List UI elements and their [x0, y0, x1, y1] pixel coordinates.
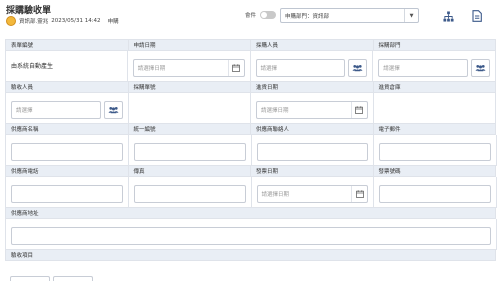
buyer-picker-button[interactable] [348, 59, 368, 77]
invoice-date-cell: 請選擇日期 [251, 177, 375, 208]
inspector-placeholder: 請選擇 [16, 108, 33, 114]
label-supplier-phone: 供應商電話 [6, 166, 129, 177]
inspection-form: 表單編號 申請日期 採購人員 採購部門 由系統自動產生 請選擇日期 請選擇 請選… [5, 39, 497, 261]
buyer-dept-picker-button[interactable] [471, 59, 490, 77]
supplier-contact-input[interactable] [256, 143, 369, 161]
supplier-address-input[interactable] [11, 227, 491, 245]
label-buyer-dept: 採購部門 [373, 40, 496, 51]
people-icon [352, 64, 363, 72]
invoice-date-placeholder: 請選擇日期 [261, 192, 290, 198]
supplier-name-cell [6, 135, 129, 166]
supplier-phone-input[interactable] [11, 185, 123, 203]
label-apply-date: 申請日期 [128, 40, 251, 51]
label-receive-date: 進貨日期 [251, 82, 374, 93]
label-form-no: 表單編號 [6, 40, 129, 51]
chevron-down-icon: ▼ [404, 9, 418, 22]
label-invoice-no: 發票號碼 [373, 166, 496, 177]
avatar [6, 16, 16, 26]
label-supplier-address: 供應商地址 [6, 208, 496, 219]
buyer-cell: 請選擇 [250, 51, 374, 82]
receive-date-cell: 請選擇日期 [251, 93, 374, 124]
form-row-4-labels: 供應商電話 傳真 發票日期 發票號碼 [6, 166, 496, 177]
email-cell [374, 135, 497, 166]
form-row-2-values: 請選擇 請選擇日期 [6, 93, 496, 124]
label-tax-id: 統一編號 [128, 124, 251, 135]
form-no-cell: 由系統自動產生 [6, 51, 128, 82]
buyer-dept-cell: 請選擇 [373, 51, 496, 82]
inspector-picker-button[interactable] [103, 101, 123, 119]
label-inspector: 驗收人員 [6, 82, 129, 93]
page-title: 採購驗收單 [6, 6, 52, 16]
people-icon [108, 106, 119, 114]
email-input[interactable] [379, 143, 491, 161]
buyer-placeholder: 請選擇 [260, 66, 278, 72]
inspector-cell: 請選擇 [6, 93, 129, 124]
label-inspection-items: 驗收項目 [6, 250, 496, 261]
tax-id-input[interactable] [133, 143, 246, 161]
invoice-no-input[interactable] [379, 185, 491, 203]
request-department-value: 申購部門：資訊部 [285, 13, 330, 20]
countersign-toggle-label: 會件 [245, 13, 257, 19]
author-name: 資訊部.靈兆 [19, 19, 49, 25]
invoice-no-cell [374, 177, 497, 208]
label-invoice-date: 發票日期 [251, 166, 374, 177]
apply-date-input[interactable]: 請選擇日期 [132, 59, 245, 77]
buyer-input[interactable]: 請選擇 [255, 59, 346, 77]
form-row-2-labels: 驗收人員 採購單號 進貨日期 進貨倉庫 [6, 82, 496, 93]
inspection-items-tool-button[interactable] [53, 276, 93, 281]
form-row-3-labels: 供應商名稱 統一編號 供應商聯絡人 電子郵件 [6, 124, 496, 135]
po-no-cell [128, 93, 251, 124]
form-row-1-labels: 表單編號 申請日期 採購人員 採購部門 [6, 40, 496, 51]
document-icon[interactable] [469, 8, 485, 24]
form-row-5-labels: 供應商地址 [6, 208, 496, 219]
label-po-no: 採購單號 [128, 82, 251, 93]
people-icon [475, 64, 486, 72]
countersign-toggle[interactable] [260, 11, 277, 19]
buyer-dept-input[interactable]: 請選擇 [378, 59, 469, 77]
fax-cell [128, 177, 252, 208]
supplier-address-cell [6, 219, 497, 250]
inspection-items-add-button[interactable] [10, 276, 50, 281]
inspection-items-toolbar [10, 276, 93, 281]
document-meta: 資訊部.靈兆 2023/05/31 14:42 申購 [6, 16, 119, 26]
supplier-phone-cell [6, 177, 129, 208]
calendar-icon[interactable] [227, 60, 244, 76]
countersign-toggle-group: 會件 [245, 11, 277, 19]
label-supplier-contact: 供應商聯絡人 [251, 124, 374, 135]
calendar-icon[interactable] [350, 102, 367, 118]
warehouse-cell [373, 93, 496, 124]
label-warehouse: 進貨倉庫 [373, 82, 496, 93]
invoice-date-input[interactable]: 請選擇日期 [256, 185, 369, 203]
fax-input[interactable] [133, 185, 246, 203]
status-badge: 申購 [107, 19, 119, 25]
label-email: 電子郵件 [373, 124, 496, 135]
form-row-3-values [6, 135, 497, 166]
created-datetime: 2023/05/31 14:42 [51, 18, 101, 24]
label-buyer: 採購人員 [251, 40, 374, 51]
label-supplier-name: 供應商名稱 [6, 124, 129, 135]
org-chart-icon[interactable] [440, 8, 456, 24]
inspector-input[interactable]: 請選擇 [11, 101, 101, 119]
apply-date-placeholder: 請選擇日期 [137, 66, 166, 72]
apply-date-cell: 請選擇日期 [127, 51, 251, 82]
buyer-dept-placeholder: 請選擇 [383, 66, 400, 72]
request-department-select[interactable]: 申購部門：資訊部 ▼ [280, 8, 419, 23]
receive-date-placeholder: 請選擇日期 [261, 108, 289, 114]
form-row-1-values: 由系統自動產生 請選擇日期 請選擇 請選擇 [6, 51, 496, 82]
supplier-name-input[interactable] [11, 143, 123, 161]
label-fax: 傳真 [128, 166, 251, 177]
form-row-5-values [6, 219, 497, 250]
form-no-value: 由系統自動產生 [11, 63, 54, 70]
calendar-icon[interactable] [351, 186, 367, 202]
form-row-6-labels: 驗收項目 [6, 250, 496, 261]
tax-id-cell [128, 135, 252, 166]
supplier-contact-cell [251, 135, 375, 166]
form-row-4-values: 請選擇日期 [6, 177, 497, 208]
receive-date-input[interactable]: 請選擇日期 [256, 101, 368, 119]
